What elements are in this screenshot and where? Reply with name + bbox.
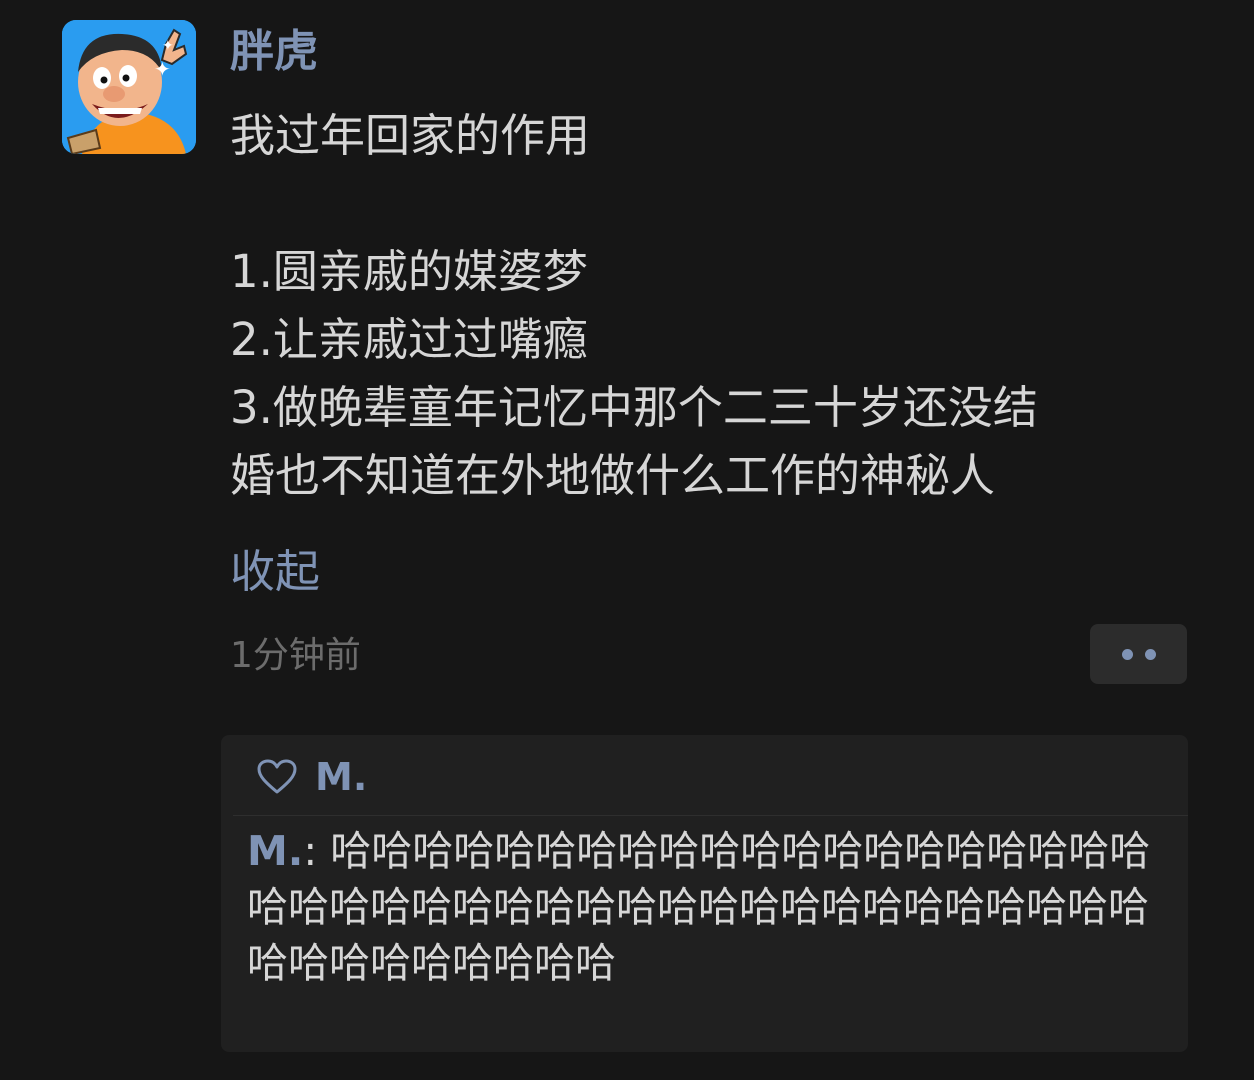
post-blank-line <box>230 170 1190 238</box>
comment-item[interactable]: M.: 哈哈哈哈哈哈哈哈哈哈哈哈哈哈哈哈哈哈哈哈哈哈哈哈哈哈哈哈哈哈哈哈哈哈哈哈… <box>247 823 1177 991</box>
liker-name[interactable]: M. <box>315 755 367 799</box>
heart-icon <box>257 759 297 794</box>
post-text-line: 2.让亲戚过过嘴瘾 <box>230 313 588 366</box>
cartoon-avatar-icon: ✦ ✦ <box>62 20 196 154</box>
moments-post: ✦ ✦ 胖虎 我过年回家的作用 1.圆亲戚的媒婆梦 2.让亲戚过过嘴瘾 3.做晚… <box>0 0 1254 1080</box>
comment-author[interactable]: M. <box>247 827 303 875</box>
more-actions-button[interactable] <box>1090 624 1187 684</box>
likes-row: M. <box>257 749 367 805</box>
post-timestamp: 1分钟前 <box>230 635 361 676</box>
post-text-line: 婚也不知道在外地做什么工作的神秘人 <box>230 449 996 502</box>
more-dot-icon <box>1144 648 1156 660</box>
post-author-name[interactable]: 胖虎 <box>230 22 318 82</box>
post-text-line: 1.圆亲戚的媒婆梦 <box>230 245 588 298</box>
avatar[interactable]: ✦ ✦ <box>62 20 196 154</box>
svg-text:✦: ✦ <box>162 38 174 54</box>
svg-text:✦: ✦ <box>154 57 171 81</box>
post-content: 我过年回家的作用 1.圆亲戚的媒婆梦 2.让亲戚过过嘴瘾 3.做晚辈童年记忆中那… <box>230 102 1190 510</box>
comment-separator: : <box>303 827 331 875</box>
interaction-panel: M. M.: 哈哈哈哈哈哈哈哈哈哈哈哈哈哈哈哈哈哈哈哈哈哈哈哈哈哈哈哈哈哈哈哈哈… <box>221 735 1188 1052</box>
post-text-line: 我过年回家的作用 <box>230 109 591 162</box>
collapse-link[interactable]: 收起 <box>230 540 320 604</box>
post-text-line: 3.做晚辈童年记忆中那个二三十岁还没结 <box>230 381 1038 434</box>
divider <box>233 815 1188 816</box>
more-dot-icon <box>1121 648 1133 660</box>
comment-text: 哈哈哈哈哈哈哈哈哈哈哈哈哈哈哈哈哈哈哈哈哈哈哈哈哈哈哈哈哈哈哈哈哈哈哈哈哈哈哈哈… <box>247 827 1151 987</box>
